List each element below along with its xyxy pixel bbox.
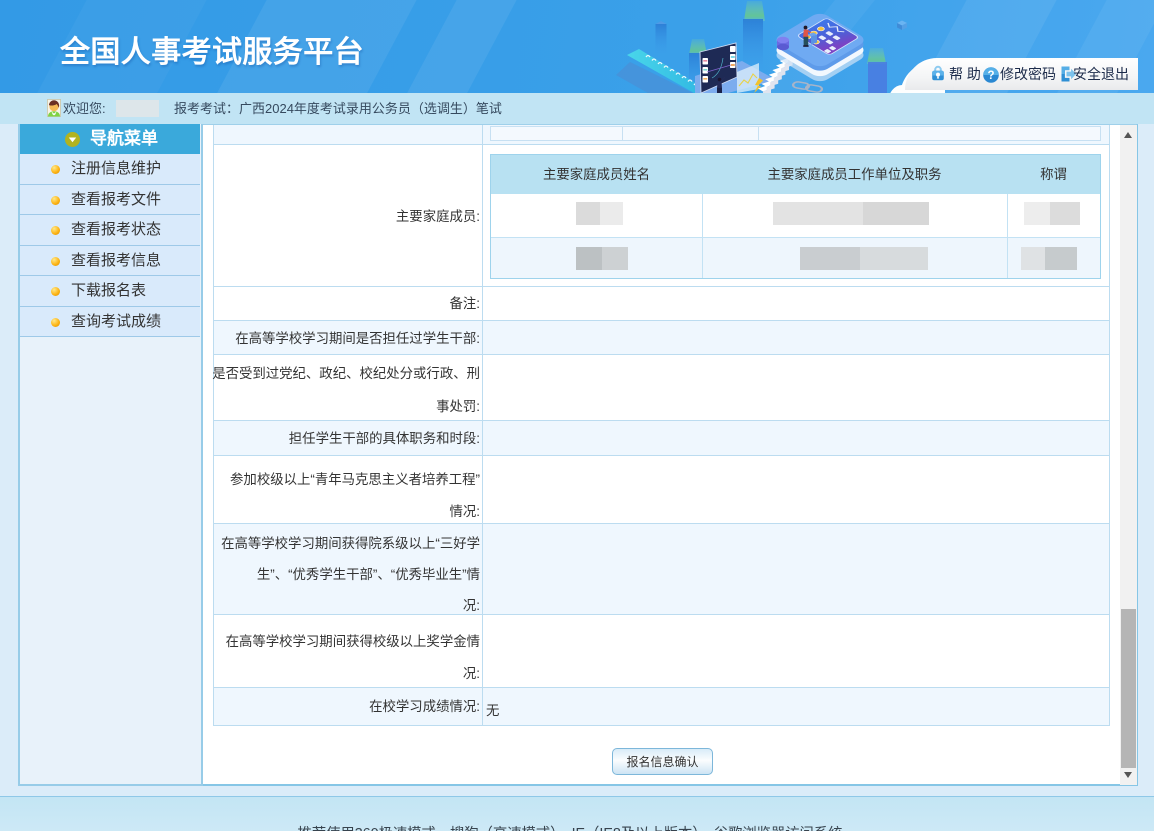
svg-text:?: ?: [987, 70, 994, 82]
